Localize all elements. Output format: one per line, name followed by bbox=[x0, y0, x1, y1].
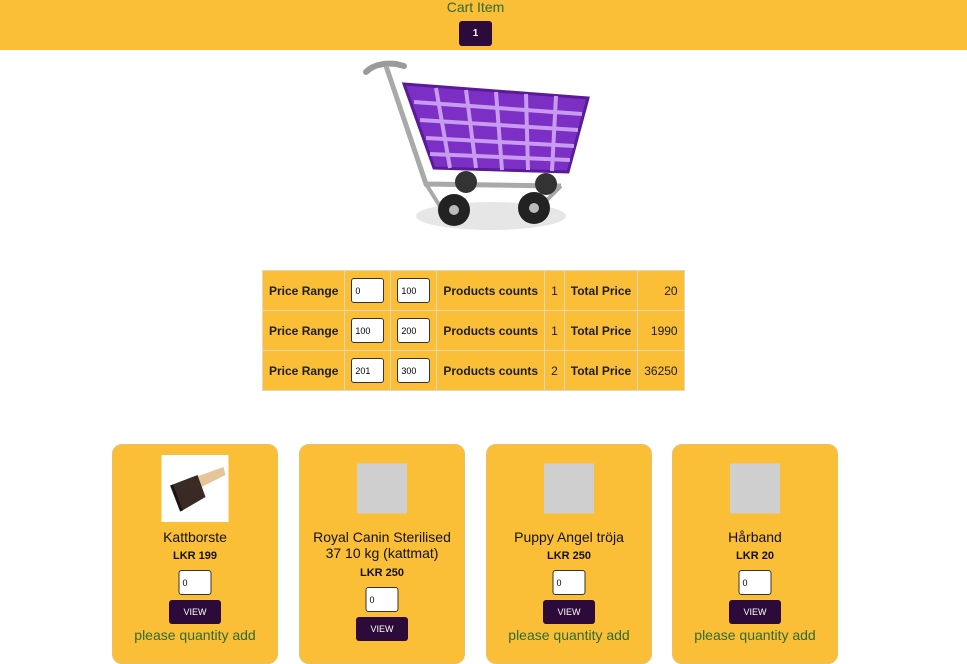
product-card: Puppy Angel tröja LKR 250 VIEW please qu… bbox=[486, 444, 652, 664]
quantity-input[interactable] bbox=[178, 570, 212, 595]
range-min-input[interactable] bbox=[351, 358, 385, 383]
range-max-cell bbox=[390, 310, 438, 351]
product-card: Royal Canin Sterilised 37 10 kg (kattmat… bbox=[299, 444, 465, 664]
range-min-cell bbox=[344, 350, 392, 391]
product-card: Hårband LKR 20 VIEW please quantity add bbox=[672, 444, 838, 664]
product-price: LKR 20 bbox=[736, 550, 774, 562]
total-price-label: Total Price bbox=[563, 270, 639, 311]
cart-count-button[interactable]: 1 bbox=[459, 21, 492, 46]
product-price: LKR 199 bbox=[172, 550, 218, 562]
products-count-label: Products counts bbox=[436, 270, 546, 311]
range-min-cell bbox=[344, 310, 392, 351]
products-count-value: 2 bbox=[544, 350, 565, 391]
products-count-label: Products counts bbox=[436, 350, 546, 391]
range-min-cell bbox=[344, 270, 392, 311]
total-price-value: 20 bbox=[637, 270, 685, 311]
view-button[interactable]: VIEW bbox=[543, 600, 595, 624]
range-max-input[interactable] bbox=[397, 318, 431, 343]
total-price-label: Total Price bbox=[563, 310, 639, 351]
view-button[interactable]: VIEW bbox=[169, 600, 221, 624]
header-bar: Cart Item 1 bbox=[0, 0, 967, 50]
total-price-label: Total Price bbox=[563, 350, 639, 391]
price-range-row: Price Range Products counts 2 Total Pric… bbox=[261, 350, 685, 391]
price-range-row: Price Range Products counts 1 Total Pric… bbox=[261, 310, 685, 351]
range-max-input[interactable] bbox=[397, 358, 431, 383]
product-name: Hårband bbox=[728, 529, 782, 545]
quantity-warning: please quantity add bbox=[694, 627, 816, 643]
quantity-warning: please quantity add bbox=[508, 627, 630, 643]
view-button[interactable]: VIEW bbox=[356, 617, 408, 641]
quantity-input[interactable] bbox=[738, 570, 772, 595]
product-price: LKR 250 bbox=[359, 567, 405, 579]
view-button[interactable]: VIEW bbox=[729, 600, 781, 624]
product-name: Puppy Angel tröja bbox=[514, 529, 624, 545]
product-card: Kattborste LKR 199 VIEW please quantity … bbox=[112, 444, 278, 664]
quantity-input[interactable] bbox=[365, 587, 399, 612]
price-range-table: Price Range Products counts 1 Total Pric… bbox=[261, 270, 685, 391]
product-image-placeholder bbox=[544, 463, 594, 514]
products-count-value: 1 bbox=[544, 310, 565, 351]
price-range-row: Price Range Products counts 1 Total Pric… bbox=[261, 270, 685, 311]
price-range-label: Price Range bbox=[261, 270, 346, 311]
product-name: Kattborste bbox=[163, 529, 227, 545]
products-count-value: 1 bbox=[544, 270, 565, 311]
range-max-cell bbox=[390, 350, 438, 391]
product-price: LKR 250 bbox=[546, 550, 592, 562]
shopping-cart-icon bbox=[363, 60, 590, 230]
range-min-input[interactable] bbox=[351, 278, 385, 303]
product-image-placeholder bbox=[730, 463, 780, 514]
quantity-input[interactable] bbox=[552, 570, 586, 595]
product-name: Royal Canin Sterilised 37 10 kg (kattmat… bbox=[313, 529, 451, 561]
page-title: Cart Item bbox=[446, 0, 505, 15]
product-image bbox=[161, 455, 229, 522]
quantity-warning: please quantity add bbox=[134, 627, 256, 643]
price-range-label: Price Range bbox=[261, 310, 346, 351]
range-max-cell bbox=[390, 270, 438, 311]
products-count-label: Products counts bbox=[436, 310, 546, 351]
total-price-value: 1990 bbox=[637, 310, 685, 351]
product-image-placeholder bbox=[357, 463, 407, 514]
price-range-label: Price Range bbox=[261, 350, 346, 391]
range-max-input[interactable] bbox=[397, 278, 431, 303]
total-price-value: 36250 bbox=[637, 350, 685, 391]
range-min-input[interactable] bbox=[351, 318, 385, 343]
